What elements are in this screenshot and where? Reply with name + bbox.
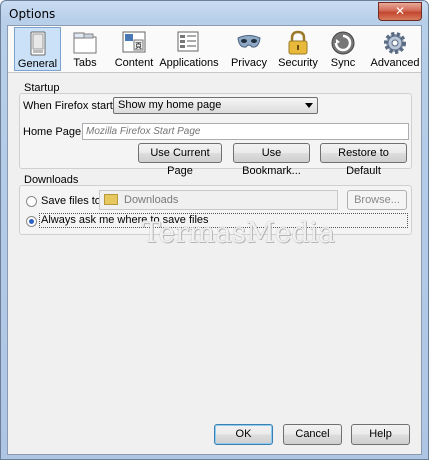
padlock-icon (288, 30, 308, 55)
tab-content[interactable]: 頁 Content (110, 27, 158, 71)
tab-applications[interactable]: Applications (159, 27, 219, 71)
tab-privacy[interactable]: Privacy (227, 27, 271, 71)
svg-text:頁: 頁 (135, 42, 142, 50)
tabs-icon (73, 32, 97, 54)
tab-advanced-label: Advanced (370, 57, 420, 69)
ok-button[interactable]: OK (214, 424, 273, 445)
tab-tabs-label: Tabs (73, 57, 97, 69)
general-icon (30, 31, 45, 56)
options-window: Options ✕ General Tabs 頁 Content Applica… (0, 0, 429, 460)
startup-title: Startup (24, 82, 60, 94)
applications-icon (177, 31, 199, 52)
tab-general[interactable]: General (14, 27, 61, 71)
close-button[interactable]: ✕ (378, 2, 422, 21)
content-icon: 頁 (122, 31, 146, 53)
tab-privacy-label: Privacy (230, 57, 268, 69)
pane-toolbar: General Tabs 頁 Content Applications Priv… (8, 26, 421, 73)
gear-icon (384, 32, 406, 54)
window-title: Options (9, 7, 56, 21)
tab-content-label: Content (114, 57, 154, 69)
home-page-input[interactable] (82, 123, 409, 140)
always-ask-radio[interactable] (26, 216, 37, 227)
tab-sync[interactable]: Sync (324, 27, 362, 71)
download-folder-value: Downloads (124, 194, 179, 206)
title-bar[interactable]: Options ✕ (1, 1, 428, 25)
use-bookmark-button[interactable]: Use Bookmark... (233, 143, 310, 177)
tab-tabs[interactable]: Tabs (64, 27, 106, 71)
save-files-label: Save files to (41, 195, 101, 207)
dialog-client: General Tabs 頁 Content Applications Priv… (7, 25, 422, 455)
restore-default-button[interactable]: Restore to Default (320, 143, 407, 177)
tab-applications-label: Applications (159, 57, 219, 69)
browse-button[interactable]: Browse... (347, 190, 407, 210)
tab-general-label: General (17, 58, 58, 70)
sync-icon (331, 31, 355, 55)
tab-sync-label: Sync (330, 57, 356, 69)
save-files-radio[interactable] (26, 196, 37, 207)
startup-dropdown-value: Show my home page (118, 99, 222, 111)
help-button[interactable]: Help (351, 424, 410, 445)
downloads-title: Downloads (24, 174, 79, 186)
download-folder-field: Downloads (99, 190, 338, 210)
use-current-page-button[interactable]: Use Current Page (138, 143, 222, 177)
chevron-down-icon (305, 103, 313, 108)
tab-security-label: Security (278, 57, 318, 69)
privacy-mask-icon (237, 35, 261, 48)
home-page-label: Home Page: (23, 126, 85, 138)
tab-security[interactable]: Security (275, 27, 321, 71)
when-firefox-starts-label: When Firefox starts: (23, 100, 122, 112)
tab-advanced[interactable]: Advanced (370, 27, 420, 71)
watermark-logo: TermasMedia (142, 216, 335, 249)
folder-icon (104, 194, 118, 205)
cancel-button[interactable]: Cancel (283, 424, 342, 445)
startup-dropdown[interactable]: Show my home page (113, 97, 318, 114)
